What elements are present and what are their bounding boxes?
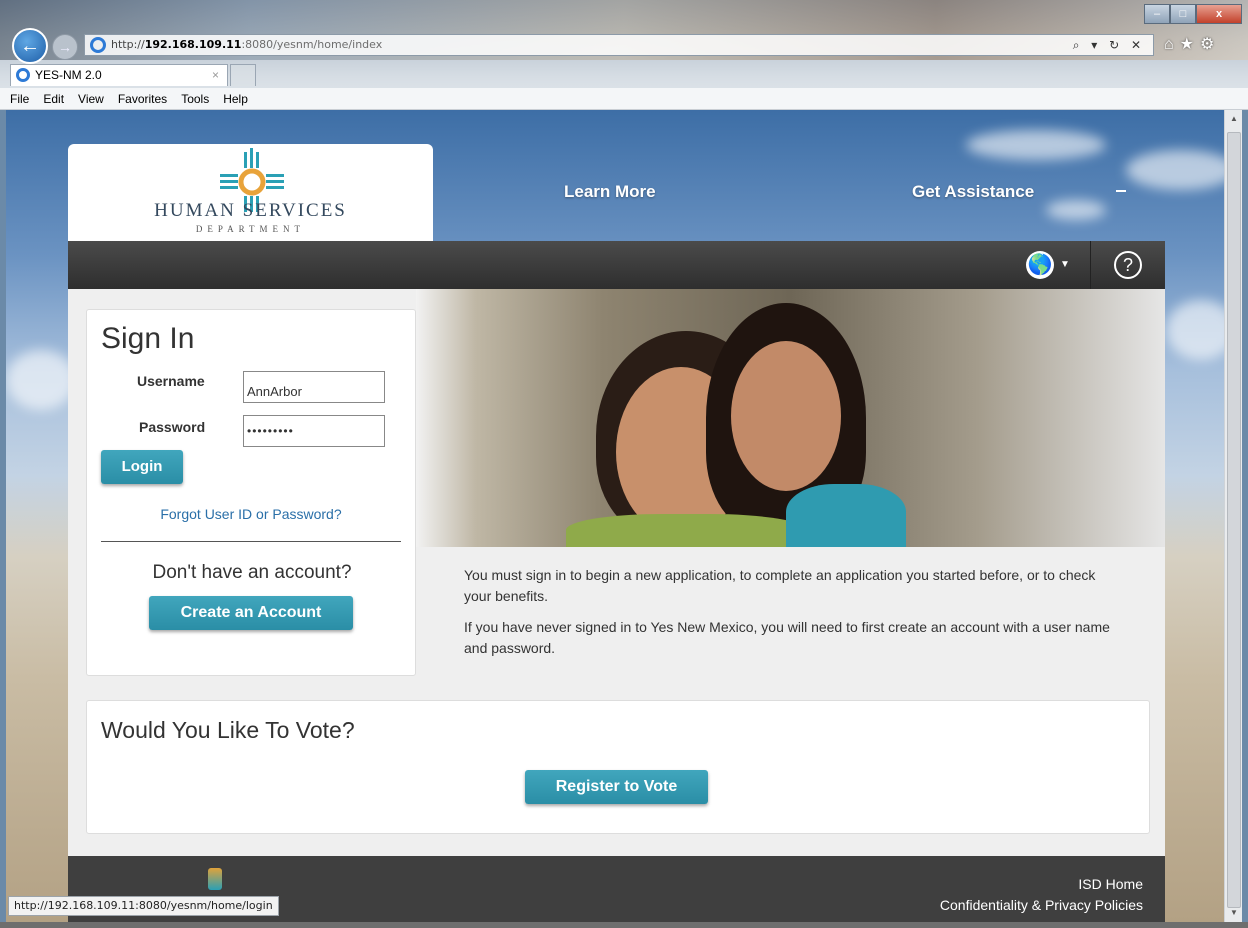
menu-tools[interactable]: Tools bbox=[181, 88, 209, 109]
divider bbox=[1090, 241, 1091, 289]
divider bbox=[101, 541, 401, 542]
window-controls: – □ x bbox=[1144, 4, 1242, 24]
maximize-button[interactable]: □ bbox=[1170, 4, 1196, 24]
scrollbar-thumb[interactable] bbox=[1227, 132, 1241, 908]
hero-photo-shape bbox=[566, 514, 806, 547]
vertical-scrollbar[interactable]: ▲ ▼ bbox=[1224, 110, 1242, 922]
menu-edit[interactable]: Edit bbox=[43, 88, 64, 109]
username-label: Username bbox=[137, 373, 205, 389]
login-button[interactable]: Login bbox=[101, 450, 183, 484]
sky-cloud bbox=[1046, 200, 1106, 220]
utility-bar: 🌎 ▼ ? bbox=[68, 241, 1165, 289]
browser-chrome: – □ x ← → http://192.168.109.11:8080/yes… bbox=[0, 0, 1248, 110]
scroll-up-icon[interactable]: ▲ bbox=[1225, 110, 1243, 128]
sky-cloud bbox=[6, 350, 76, 410]
help-button[interactable]: ? bbox=[1114, 251, 1142, 279]
menu-file[interactable]: File bbox=[10, 88, 29, 109]
hero-image bbox=[416, 289, 1165, 547]
scroll-down-icon[interactable]: ▼ bbox=[1225, 904, 1243, 922]
menu-favorites[interactable]: Favorites bbox=[118, 88, 167, 109]
tab-close-icon[interactable]: × bbox=[212, 65, 219, 85]
menu-bar: File Edit View Favorites Tools Help bbox=[0, 88, 1248, 110]
url-scheme: http:// bbox=[111, 38, 145, 51]
info-text: You must sign in to begin a new applicat… bbox=[464, 565, 1124, 669]
tab-title: YES-NM 2.0 bbox=[35, 68, 102, 82]
browser-tab[interactable]: YES-NM 2.0 × bbox=[10, 64, 228, 86]
logo-subtitle: DEPARTMENT bbox=[195, 224, 306, 234]
no-account-text: Don't have an account? bbox=[152, 562, 352, 583]
address-bar[interactable]: http://192.168.109.11:8080/yesnm/home/in… bbox=[84, 34, 1154, 56]
create-account-button[interactable]: Create an Account bbox=[149, 596, 353, 630]
password-input[interactable]: ••••••••• bbox=[243, 415, 385, 447]
footer-logo-icon bbox=[208, 868, 222, 890]
info-paragraph: You must sign in to begin a new applicat… bbox=[464, 567, 1096, 604]
password-label: Password bbox=[139, 419, 206, 435]
nav-get-assistance[interactable]: Get Assistance bbox=[912, 182, 1034, 202]
hero-photo-shape bbox=[786, 484, 906, 547]
sign-in-panel: Sign In Username Password ••••••••• Logi… bbox=[86, 309, 416, 676]
language-globe-icon[interactable]: 🌎 bbox=[1026, 251, 1054, 279]
sign-in-title: Sign In bbox=[101, 322, 195, 355]
footer-links: ISD Home Confidentiality & Privacy Polic… bbox=[940, 874, 1143, 916]
page-viewport: HUMAN SERVICES DEPARTMENT Learn More Get… bbox=[6, 110, 1224, 922]
footer-link-isd-home[interactable]: ISD Home bbox=[940, 874, 1143, 895]
close-window-button[interactable]: x bbox=[1196, 4, 1242, 24]
menu-view[interactable]: View bbox=[78, 88, 104, 109]
chevron-down-icon[interactable]: ▼ bbox=[1060, 259, 1070, 270]
main-content: Sign In Username Password ••••••••• Logi… bbox=[68, 289, 1165, 856]
vote-panel: Would You Like To Vote? Register to Vote bbox=[86, 700, 1150, 834]
vote-title: Would You Like To Vote? bbox=[101, 717, 355, 743]
window-bottom-edge bbox=[0, 922, 1248, 928]
footer-link-privacy[interactable]: Confidentiality & Privacy Policies bbox=[940, 895, 1143, 916]
chevron-down-icon[interactable] bbox=[1116, 190, 1126, 192]
address-bar-actions-icon[interactable]: ⌕ ▾ ↻ ✕ bbox=[1073, 35, 1145, 55]
register-to-vote-button[interactable]: Register to Vote bbox=[525, 770, 708, 804]
forgot-credentials-link[interactable]: Forgot User ID or Password? bbox=[87, 506, 415, 522]
menu-help[interactable]: Help bbox=[223, 88, 248, 109]
sky-cloud bbox=[966, 130, 1106, 160]
username-input[interactable] bbox=[243, 371, 385, 403]
minimize-button[interactable]: – bbox=[1144, 4, 1170, 24]
ie-tab-icon bbox=[16, 68, 30, 82]
info-paragraph: If you have never signed in to Yes New M… bbox=[464, 619, 1110, 656]
hero-photo-shape bbox=[731, 341, 841, 491]
forward-button[interactable]: → bbox=[52, 34, 78, 60]
back-button[interactable]: ← bbox=[12, 28, 48, 64]
sky-cloud bbox=[1126, 150, 1224, 190]
site-logo[interactable]: HUMAN SERVICES DEPARTMENT bbox=[68, 144, 433, 244]
sky-cloud bbox=[1166, 300, 1224, 360]
nav-learn-more[interactable]: Learn More bbox=[564, 182, 656, 202]
new-tab-button[interactable] bbox=[230, 64, 256, 86]
home-favorites-tools-icon[interactable]: ⌂★⚙ bbox=[1164, 34, 1220, 54]
status-bar-url: http://192.168.109.11:8080/yesnm/home/lo… bbox=[8, 896, 279, 916]
url-host: 192.168.109.11 bbox=[144, 38, 242, 51]
url-path: :8080/yesnm/home/index bbox=[241, 38, 383, 51]
ie-page-icon bbox=[90, 37, 106, 53]
logo-title: HUMAN SERVICES bbox=[154, 200, 347, 221]
